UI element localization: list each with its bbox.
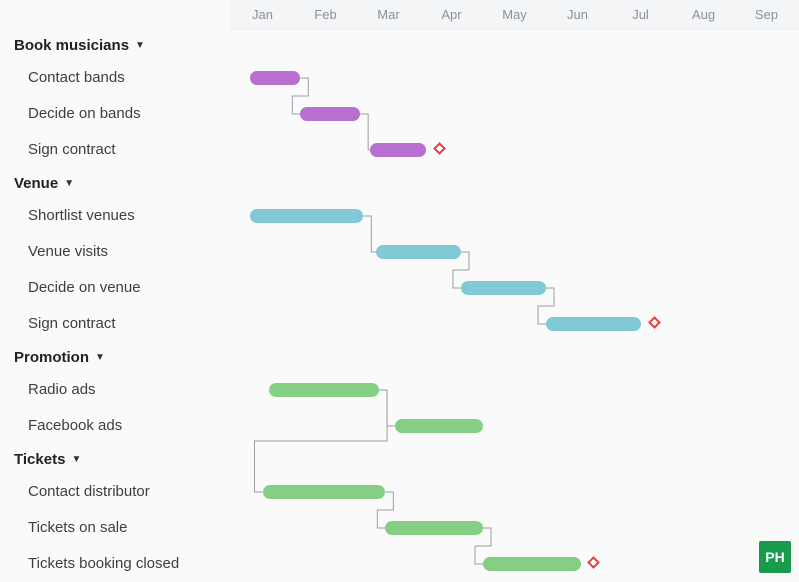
group-spacer-row bbox=[231, 444, 799, 474]
task-bar[interactable] bbox=[250, 71, 300, 85]
group-spacer-row bbox=[231, 342, 799, 372]
task-row bbox=[231, 372, 799, 408]
task-bar[interactable] bbox=[370, 143, 427, 157]
task-bar[interactable] bbox=[483, 557, 581, 571]
caret-down-icon: ▼ bbox=[64, 178, 74, 189]
caret-down-icon: ▼ bbox=[135, 40, 145, 51]
timeline-panel: JanFebMarAprMayJunJulAugSep bbox=[231, 0, 799, 581]
task-label[interactable]: Decide on venue bbox=[0, 270, 231, 306]
task-row bbox=[231, 546, 799, 582]
month-label: Jul bbox=[609, 0, 672, 29]
task-bar[interactable] bbox=[546, 317, 641, 331]
month-label: Aug bbox=[672, 0, 735, 29]
timeline-header: JanFebMarAprMayJunJulAugSep bbox=[231, 0, 799, 30]
task-label[interactable]: Contact distributor bbox=[0, 474, 231, 510]
group-name: Promotion bbox=[14, 349, 89, 366]
task-bar[interactable] bbox=[461, 281, 546, 295]
group-label[interactable]: Promotion ▼ bbox=[0, 342, 231, 372]
task-label[interactable]: Shortlist venues bbox=[0, 198, 231, 234]
month-label: Apr bbox=[420, 0, 483, 29]
task-row bbox=[231, 198, 799, 234]
task-bar[interactable] bbox=[385, 521, 483, 535]
task-row bbox=[231, 96, 799, 132]
milestone-icon[interactable] bbox=[587, 556, 600, 569]
milestone-icon[interactable] bbox=[433, 142, 446, 155]
task-list: Book musicians ▼ Contact bandsDecide on ba… bbox=[0, 0, 231, 581]
group-label[interactable]: Book musicians ▼ bbox=[0, 30, 231, 60]
month-label: May bbox=[483, 0, 546, 29]
group-spacer-row bbox=[231, 168, 799, 198]
task-label[interactable]: Radio ads bbox=[0, 372, 231, 408]
month-label: Sep bbox=[735, 0, 798, 29]
task-row bbox=[231, 306, 799, 342]
task-row bbox=[231, 132, 799, 168]
task-bar[interactable] bbox=[269, 383, 379, 397]
task-bar[interactable] bbox=[263, 485, 386, 499]
task-label[interactable]: Venue visits bbox=[0, 234, 231, 270]
task-label[interactable]: Contact bands bbox=[0, 60, 231, 96]
task-row bbox=[231, 270, 799, 306]
task-label[interactable]: Facebook ads bbox=[0, 408, 231, 444]
caret-down-icon: ▼ bbox=[71, 454, 81, 465]
group-spacer-row bbox=[231, 30, 799, 60]
group-label[interactable]: Tickets ▼ bbox=[0, 444, 231, 474]
gantt-chart: Book musicians ▼ Contact bandsDecide on ba… bbox=[0, 0, 799, 581]
task-row bbox=[231, 510, 799, 546]
task-label[interactable]: Sign contract bbox=[0, 306, 231, 342]
task-label[interactable]: Tickets on sale bbox=[0, 510, 231, 546]
month-label: Jun bbox=[546, 0, 609, 29]
timeline-body bbox=[231, 30, 799, 582]
task-row bbox=[231, 474, 799, 510]
milestone-icon[interactable] bbox=[648, 316, 661, 329]
task-bar[interactable] bbox=[300, 107, 360, 121]
group-name: Tickets bbox=[14, 451, 65, 468]
group-name: Book musicians bbox=[14, 37, 129, 54]
task-row bbox=[231, 408, 799, 444]
task-row bbox=[231, 60, 799, 96]
task-bar[interactable] bbox=[250, 209, 363, 223]
month-label: Jan bbox=[231, 0, 294, 29]
task-row bbox=[231, 234, 799, 270]
task-label[interactable]: Tickets booking closed bbox=[0, 546, 231, 582]
task-label[interactable]: Sign contract bbox=[0, 132, 231, 168]
task-bar[interactable] bbox=[395, 419, 483, 433]
month-label: Mar bbox=[357, 0, 420, 29]
group-name: Venue bbox=[14, 175, 58, 192]
caret-down-icon: ▼ bbox=[95, 352, 105, 363]
task-label[interactable]: Decide on bands bbox=[0, 96, 231, 132]
task-bar[interactable] bbox=[376, 245, 461, 259]
month-label: Feb bbox=[294, 0, 357, 29]
group-label[interactable]: Venue ▼ bbox=[0, 168, 231, 198]
ph-badge[interactable]: PH bbox=[759, 541, 791, 573]
